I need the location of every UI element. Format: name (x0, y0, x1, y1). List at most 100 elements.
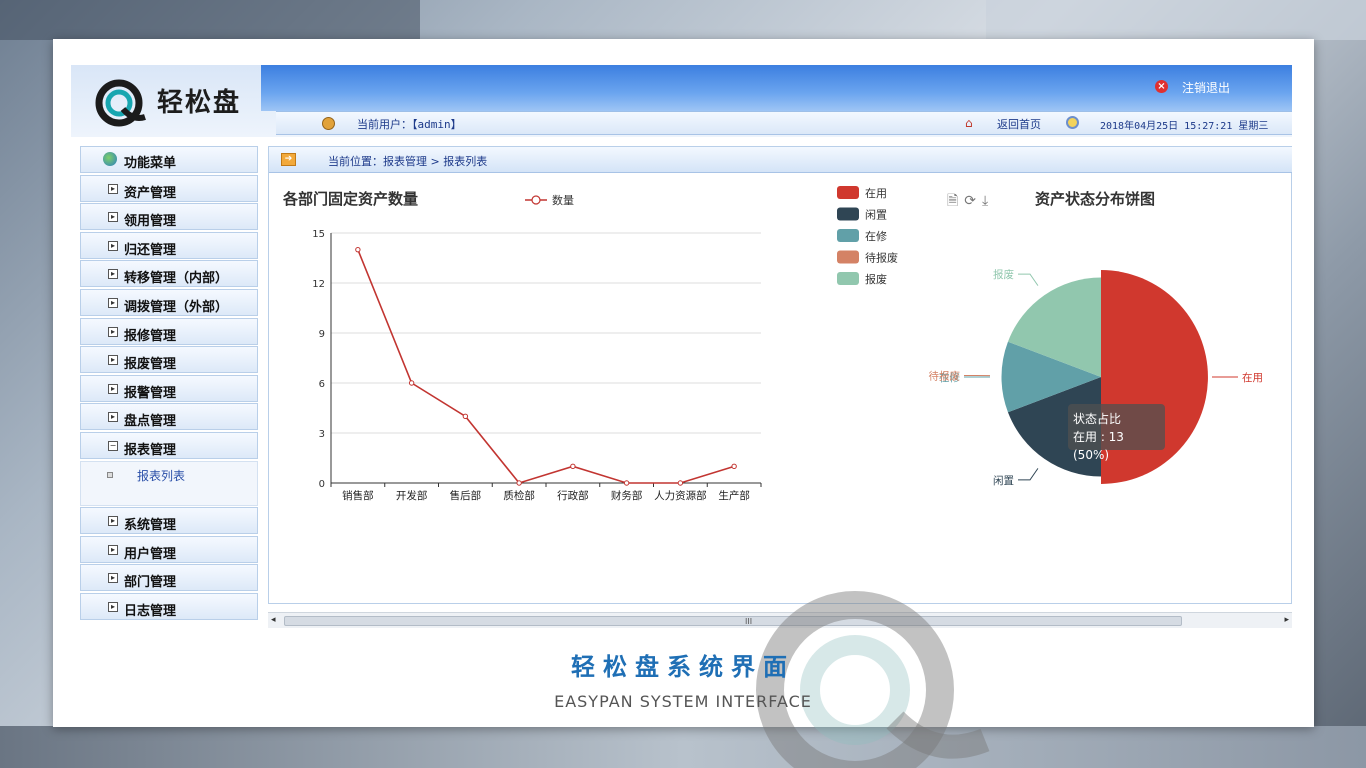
sidebar-item-label[interactable]: 用户管理 (124, 543, 176, 562)
logout-icon[interactable]: × (1154, 80, 1168, 93)
header: 轻松盘 × 注销退出 当前用户：【admin】 ⌂ 返回首页 2018年04月2… (71, 65, 1292, 137)
sidebar-item-label[interactable]: 归还管理 (124, 239, 176, 258)
sidebar-item[interactable]: − 报表管理 (80, 431, 258, 459)
expand-icon[interactable]: ▸ (108, 212, 118, 223)
sidebar-item[interactable]: ▸ 转移管理（内部） (80, 260, 258, 288)
brand-name: 轻松盘 (157, 88, 242, 118)
download-icon[interactable]: ⤓ (982, 193, 994, 209)
data-point (462, 413, 469, 420)
slice-label: 在用 (1242, 372, 1263, 384)
expand-icon[interactable]: ▸ (108, 269, 118, 280)
sidebar-item[interactable]: ▸ 调拨管理（外部） (80, 288, 258, 316)
sidebar-item-label[interactable]: 系统管理 (124, 514, 176, 533)
sidebar-item[interactable]: ▸ 报警管理 (80, 374, 258, 402)
data-point (408, 380, 415, 386)
x-tick-label: 行政部 (557, 489, 589, 502)
sidebar-item[interactable]: ▸ 归还管理 (80, 231, 258, 259)
x-tick-label: 生产部 (718, 489, 750, 502)
data-point (677, 480, 684, 486)
legend-swatch (837, 186, 859, 199)
tooltip-title: 状态占比 (1073, 412, 1122, 426)
scroll-thumb[interactable]: III (284, 616, 1182, 626)
sidebar-item[interactable]: ▸ 报废管理 (80, 346, 258, 374)
expand-icon[interactable]: ▸ (108, 573, 118, 584)
sidebar-item-label[interactable]: 盘点管理 (124, 410, 176, 429)
arrow-right-icon: ➔ (281, 153, 296, 166)
horizontal-scrollbar[interactable]: ◂ III ▸ (268, 612, 1292, 628)
line-chart: 0 3 6 9 12 15 销售部 开发部 售后部 质检部 行政部 财务部 人力资源部 生产部 数量 (312, 194, 762, 502)
y-tick-label: 0 (319, 479, 325, 490)
leader-line (1017, 273, 1039, 286)
legend-label: 数量 (552, 194, 574, 207)
legend-label: 闲置 (865, 208, 887, 222)
expand-icon[interactable]: ▸ (108, 355, 118, 366)
legend-swatch (837, 207, 859, 221)
sidebar-item-label[interactable]: 报修管理 (124, 325, 176, 344)
sidebar-item[interactable]: ▸ 日志管理 (80, 592, 258, 620)
sidebar-item-label[interactable]: 报废管理 (124, 353, 176, 372)
tooltip-text: 在用 : 13 (50%) (1073, 430, 1124, 462)
breadcrumb-bar: ➔ 当前位置：报表管理 > 报表列表 (269, 147, 1292, 173)
sidebar-item[interactable]: ▸ 报修管理 (80, 317, 258, 345)
footer-title: 轻松盘系统界面 (571, 652, 795, 681)
logout-link[interactable]: × 注销退出 (1154, 79, 1230, 96)
sidebar-item[interactable]: ▸ 盘点管理 (80, 403, 258, 431)
scroll-right-icon[interactable]: ▸ (1284, 615, 1289, 625)
x-tick-label: 质检部 (503, 489, 535, 502)
clock-icon (1066, 116, 1079, 129)
sidebar-item-label[interactable]: 领用管理 (124, 210, 176, 229)
expand-icon[interactable]: ▸ (108, 544, 118, 555)
pie-chart: 在用闲置在修待报废报废在用闲置在修待报废报废 (837, 186, 1263, 487)
collapse-icon[interactable]: − (108, 440, 118, 451)
data-view-icon[interactable]: 🗎 (947, 193, 964, 209)
home-icon[interactable]: ⌂ (965, 116, 973, 130)
sidebar-item-label[interactable]: 报警管理 (124, 382, 176, 401)
expand-icon[interactable]: ▸ (108, 412, 118, 423)
slice-label: 报废 (993, 268, 1014, 281)
y-tick-label: 12 (312, 279, 325, 290)
leader-line (1017, 468, 1039, 481)
sidebar-item-label[interactable]: 转移管理（内部） (124, 267, 228, 286)
sidebar-item-label[interactable]: 调拨管理（外部） (124, 296, 228, 315)
x-tick-label: 售后部 (450, 489, 482, 502)
sidebar-submenu: 报表列表 (80, 460, 258, 506)
sidebar-item[interactable]: ▸ 用户管理 (80, 535, 258, 563)
sidebar-item-label[interactable]: 部门管理 (124, 571, 176, 590)
expand-icon[interactable]: ▸ (108, 326, 118, 337)
x-tick-label: 人力资源部 (654, 489, 707, 502)
sidebar-item[interactable]: ▸ 系统管理 (80, 507, 258, 535)
pie-tooltip: 状态占比 在用 : 13 (50%) (1068, 404, 1165, 462)
home-link[interactable]: 返回首页 (997, 116, 1041, 132)
sidebar-item[interactable]: ▸ 部门管理 (80, 564, 258, 592)
user-icon (322, 117, 335, 130)
y-tick-label: 15 (312, 229, 325, 240)
data-point (516, 480, 522, 486)
submenu-item-report-list[interactable]: 报表列表 (137, 467, 185, 484)
refresh-icon[interactable]: ⟳ (964, 193, 982, 209)
background-shape (986, 0, 1366, 40)
footer-subtitle: EASYPAN SYSTEM INTERFACE (554, 692, 812, 711)
y-tick-label: 3 (319, 429, 325, 440)
sidebar-item[interactable]: ▸ 资产管理 (80, 174, 258, 202)
x-tick-label: 销售部 (342, 489, 374, 502)
expand-icon[interactable]: ▸ (108, 240, 118, 251)
main-content: ➔ 当前位置：报表管理 > 报表列表 各部门固定资产数量 资产状态分布饼图 03… (268, 146, 1292, 604)
bullet-icon (107, 471, 113, 478)
sidebar-item-label[interactable]: 日志管理 (124, 600, 176, 619)
expand-icon[interactable]: ▸ (108, 297, 118, 308)
sidebar-item[interactable]: ▸ 领用管理 (80, 203, 258, 231)
slice-label: 待报废 (929, 369, 961, 382)
sidebar-item-label[interactable]: 资产管理 (124, 182, 176, 201)
expand-icon[interactable]: ▸ (108, 383, 118, 394)
logout-label[interactable]: 注销退出 (1182, 81, 1230, 95)
scroll-left-icon[interactable]: ◂ (271, 615, 276, 625)
sidebar-header: 功能菜单 (80, 146, 258, 173)
legend-label: 在修 (865, 229, 887, 243)
expand-icon[interactable]: ▸ (108, 516, 118, 527)
sidebar-item-label[interactable]: 报表管理 (124, 439, 176, 458)
current-user: 当前用户：【admin】 (357, 118, 462, 131)
expand-icon[interactable]: ▸ (108, 601, 118, 612)
menu-globe-icon (103, 152, 117, 166)
expand-icon[interactable]: ▸ (108, 183, 118, 194)
chart-toolbox: 🗎⟳⤓ (947, 190, 994, 214)
